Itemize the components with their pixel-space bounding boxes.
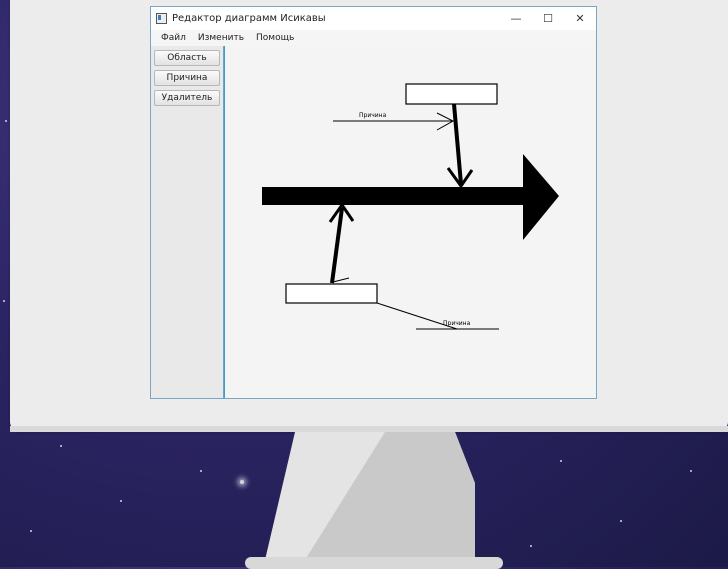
app-window: Редактор диаграмм Исикавы — ☐ ✕ Файл Изм… <box>150 6 597 399</box>
ishikawa-diagram: Причина Причина <box>262 83 559 330</box>
menu-bar: Файл Изменить Помощь <box>151 30 596 46</box>
top-connector-arrow[interactable] <box>452 103 463 185</box>
minimize-button[interactable]: — <box>500 7 532 30</box>
top-cause-label: Причина <box>359 112 387 119</box>
spine-arrowhead <box>523 154 559 240</box>
menu-help[interactable]: Помощь <box>256 33 294 43</box>
monitor-base <box>245 557 503 569</box>
monitor-bezel <box>10 426 728 432</box>
spine-line <box>262 187 527 205</box>
menu-edit[interactable]: Изменить <box>198 33 244 43</box>
menu-file[interactable]: Файл <box>161 33 186 43</box>
title-bar[interactable]: Редактор диаграмм Исикавы — ☐ ✕ <box>151 7 596 30</box>
app-icon <box>156 13 167 24</box>
window-title: Редактор диаграмм Исикавы <box>172 13 326 24</box>
bottom-arrow-tick <box>332 277 350 283</box>
area-button[interactable]: Область <box>154 50 220 66</box>
bottom-cause-label: Причина <box>443 320 471 327</box>
diagram-canvas[interactable]: Причина Причина <box>224 46 596 398</box>
bottom-cause-box[interactable] <box>285 283 378 304</box>
top-cause-box[interactable] <box>405 83 498 105</box>
maximize-button[interactable]: ☐ <box>532 7 564 30</box>
tool-panel: Область Причина Удалитель <box>151 46 224 398</box>
window-controls: — ☐ ✕ <box>500 7 596 30</box>
close-button[interactable]: ✕ <box>564 7 596 30</box>
delete-button[interactable]: Удалитель <box>154 90 220 106</box>
window-body: Область Причина Удалитель Причина Причин… <box>151 46 596 398</box>
cause-button[interactable]: Причина <box>154 70 220 86</box>
